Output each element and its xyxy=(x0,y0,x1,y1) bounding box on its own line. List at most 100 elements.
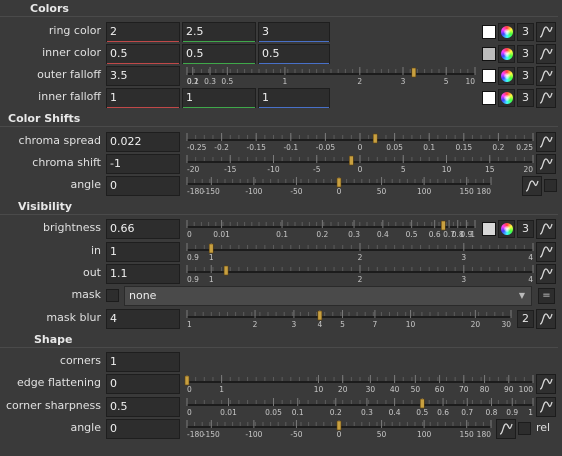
out-field[interactable]: 1.1 xyxy=(106,264,180,284)
animation-curve-icon[interactable] xyxy=(496,419,516,439)
inner-color-swatch[interactable] xyxy=(482,47,496,61)
slider-tick-label: 15 xyxy=(485,165,495,174)
animation-curve-icon[interactable] xyxy=(536,219,556,239)
slider-tick-label: 0.4 xyxy=(377,230,389,239)
inner-falloff-label: inner falloff xyxy=(38,90,101,103)
outer-falloff-swatch[interactable] xyxy=(482,69,496,83)
slider-handle[interactable] xyxy=(419,398,425,409)
slider-tick-label: 1 xyxy=(470,230,475,239)
animation-curve-icon[interactable] xyxy=(536,66,556,86)
animation-curve-icon[interactable] xyxy=(536,132,556,152)
animation-curve-icon[interactable] xyxy=(536,264,556,284)
slider-tick-label: 0.05 xyxy=(265,408,282,417)
animation-curve-icon[interactable] xyxy=(536,397,556,417)
ring-color-g-field[interactable]: 2.5 xyxy=(182,22,256,42)
in-field[interactable]: 1 xyxy=(106,242,180,262)
slider-tick-label: 50 xyxy=(377,187,387,196)
slider-handle[interactable] xyxy=(317,310,323,321)
brightness-slider[interactable]: 0 0.01 0.1 0.2 0.3 0.4 0.5 0.6 0.7 0.8 0.9 1 xyxy=(184,219,478,239)
edge-flattening-field[interactable]: 0 xyxy=(106,374,180,394)
animation-curve-icon[interactable] xyxy=(536,154,556,174)
channel-count-button[interactable]: 3 xyxy=(517,23,534,41)
mask-blur-slider[interactable]: 1 2 3 4 5 7 10 20 30 xyxy=(184,309,514,329)
animation-curve-icon[interactable] xyxy=(536,88,556,108)
slider-tick-label: 3 xyxy=(461,253,466,262)
slider-tick-label: 2 xyxy=(358,253,363,262)
chroma-shift-field[interactable]: -1 xyxy=(106,154,180,174)
ring-color-swatch[interactable] xyxy=(482,25,496,39)
outer-falloff-slider[interactable]: 0.1 0.2 0.3 0.5 1 2 3 5 10 xyxy=(184,66,478,86)
corner-sharpness-field[interactable]: 0.5 xyxy=(106,397,180,417)
brightness-field[interactable]: 0.66 xyxy=(106,219,180,239)
slider-handle[interactable] xyxy=(184,375,190,386)
channel-count-button[interactable]: 2 xyxy=(517,310,534,328)
slider-tick-label: 0.3 xyxy=(348,230,360,239)
slider-tick-label: 5 xyxy=(444,77,449,86)
slider-handle[interactable] xyxy=(336,420,342,431)
ring-color-r-field[interactable]: 2 xyxy=(106,22,180,42)
mask-checkbox[interactable] xyxy=(106,289,119,302)
brightness-swatch[interactable] xyxy=(482,222,496,236)
ring-color-b-field[interactable]: 3 xyxy=(258,22,330,42)
slider-tick-label: 2 xyxy=(358,275,363,284)
channel-count-button[interactable]: 3 xyxy=(517,89,534,107)
inner-falloff-r-field[interactable]: 1 xyxy=(106,88,180,108)
color-wheel-icon[interactable] xyxy=(498,67,515,85)
edge-flattening-slider[interactable]: 0 1 10 20 30 40 50 60 70 80 90 100 xyxy=(184,374,536,394)
corners-row: corners 1 xyxy=(0,351,562,373)
slider-tick-label: 0.5 xyxy=(221,77,233,86)
corner-sharpness-slider[interactable]: 0 0.01 0.05 0.1 0.2 0.3 0.4 0.5 0.6 0.7 0.8 0.9 1 xyxy=(184,397,536,417)
section-divider xyxy=(0,214,558,215)
mask-blur-field[interactable]: 4 xyxy=(106,309,180,329)
chroma-shift-slider[interactable]: -20 -15 -10 -5 0 5 10 15 20 xyxy=(184,154,536,174)
shape-angle-field[interactable]: 0 xyxy=(106,419,180,439)
rel-checkbox[interactable] xyxy=(518,422,531,435)
section-visibility[interactable]: Visibility xyxy=(0,198,562,216)
chroma-spread-field[interactable]: 0.022 xyxy=(106,132,180,152)
corners-field[interactable]: 1 xyxy=(106,352,180,372)
color-wheel-icon[interactable] xyxy=(498,45,515,63)
slider-tick-label: 60 xyxy=(435,385,445,394)
section-colors[interactable]: Colors xyxy=(0,0,562,18)
channel-count-button[interactable]: 3 xyxy=(517,67,534,85)
animation-curve-icon[interactable] xyxy=(536,22,556,42)
angle-field[interactable]: 0 xyxy=(106,176,180,196)
inner-falloff-b-field[interactable]: 1 xyxy=(258,88,330,108)
inner-color-g-field[interactable]: 0.5 xyxy=(182,44,256,64)
slider-handle[interactable] xyxy=(441,220,446,231)
inner-falloff-swatch[interactable] xyxy=(482,91,496,105)
slider-tick-label: 0.2 xyxy=(316,230,328,239)
rel-checkbox[interactable] xyxy=(544,179,557,192)
in-slider[interactable]: 0.9 1 2 3 4 xyxy=(184,242,536,262)
animation-curve-icon[interactable] xyxy=(536,44,556,64)
animation-curve-icon[interactable] xyxy=(536,374,556,394)
color-wheel-icon[interactable] xyxy=(498,89,515,107)
channel-count-button[interactable]: 3 xyxy=(517,45,534,63)
out-slider[interactable]: 0.9 1 2 3 4 xyxy=(184,264,536,284)
angle-slider[interactable]: -180 -150 -100 -50 0 50 100 150 180 xyxy=(184,176,494,196)
slider-tick-label: 20 xyxy=(471,320,481,329)
animation-curve-icon[interactable] xyxy=(522,176,542,196)
inner-falloff-g-field[interactable]: 1 xyxy=(182,88,256,108)
slider-handle[interactable] xyxy=(336,177,342,188)
slider-handle[interactable] xyxy=(349,155,354,166)
animation-curve-icon[interactable] xyxy=(536,309,556,329)
slider-handle[interactable] xyxy=(208,243,214,254)
slider-handle[interactable] xyxy=(411,67,417,78)
section-shape[interactable]: Shape xyxy=(0,331,562,349)
animation-curve-icon[interactable] xyxy=(536,242,556,262)
section-color-shifts[interactable]: Color Shifts xyxy=(0,110,562,128)
slider-handle[interactable] xyxy=(372,133,378,144)
mask-equals-button[interactable]: = xyxy=(538,288,555,304)
chroma-spread-slider[interactable]: -0.25 -0.2 -0.15 -0.1 -0.05 0 0.05 0.1 0.15 0.2 0.… xyxy=(184,132,536,152)
inner-color-r-field[interactable]: 0.5 xyxy=(106,44,180,64)
slider-tick-label: 0.25 xyxy=(516,143,533,152)
color-wheel-icon[interactable] xyxy=(498,23,515,41)
color-wheel-icon[interactable] xyxy=(498,220,515,238)
shape-angle-slider[interactable]: -180 -150 -100 -50 0 50 100 150 180 xyxy=(184,419,494,439)
outer-falloff-field[interactable]: 3.5 xyxy=(106,66,180,86)
mask-dropdown[interactable]: none ▼ xyxy=(124,286,532,306)
channel-count-button[interactable]: 3 xyxy=(517,220,534,238)
inner-color-b-field[interactable]: 0.5 xyxy=(258,44,330,64)
slider-handle[interactable] xyxy=(223,265,229,276)
